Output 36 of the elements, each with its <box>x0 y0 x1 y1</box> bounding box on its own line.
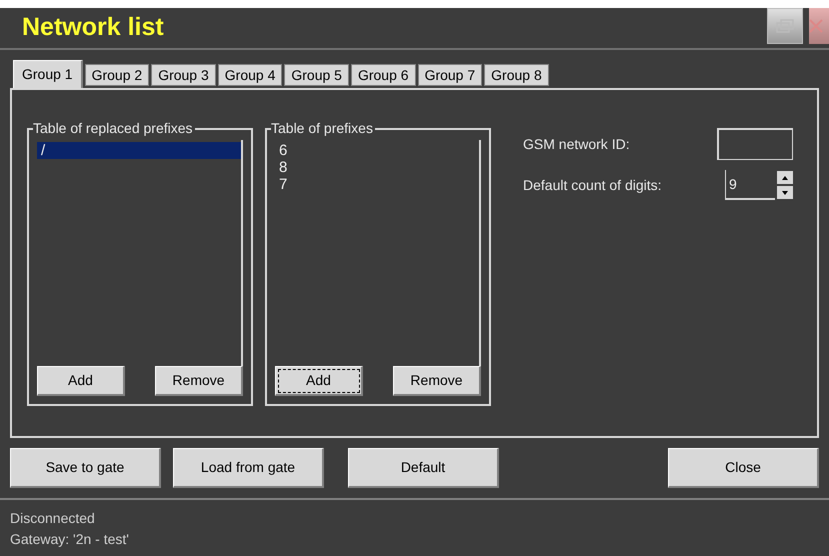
tab[interactable]: Group 3 <box>151 64 216 86</box>
action-button[interactable]: Close <box>668 448 819 488</box>
list-button[interactable]: Add <box>275 366 363 396</box>
up-arrow-icon <box>782 176 788 180</box>
list-box[interactable]: / <box>37 140 243 366</box>
field-label: Default count of digits: <box>523 176 662 195</box>
group-title: Table of replaced prefixes <box>33 120 195 136</box>
list-item[interactable]: 7 <box>275 176 479 193</box>
spin-field[interactable]: 9 <box>725 170 775 200</box>
action-button[interactable]: Save to gate <box>10 448 161 488</box>
list-item[interactable]: 6 <box>275 142 479 159</box>
tab[interactable]: Group 6 <box>350 64 416 86</box>
field-label: GSM network ID: <box>523 134 630 154</box>
status-text: Gateway: '2n - test' <box>10 530 130 549</box>
list-item[interactable]: 8 <box>275 159 479 176</box>
tab[interactable]: Group 2 <box>84 64 150 86</box>
tab[interactable]: Group 7 <box>418 64 482 86</box>
spin-down-button[interactable] <box>777 186 793 199</box>
window-title: Network list <box>22 12 164 44</box>
action-button[interactable]: Default <box>348 448 499 488</box>
close-icon <box>809 19 823 33</box>
list-button[interactable]: Remove <box>393 366 481 396</box>
list-button[interactable]: Remove <box>155 366 243 396</box>
tab[interactable]: Group 8 <box>484 64 549 86</box>
restore-icon <box>776 19 794 33</box>
tab[interactable]: Group 5 <box>284 64 349 86</box>
list-item[interactable]: / <box>37 142 241 159</box>
group-title: Table of prefixes <box>271 120 375 136</box>
status-text: Disconnected <box>10 509 96 528</box>
input-field[interactable] <box>717 128 793 160</box>
spin-up-button[interactable] <box>777 171 793 184</box>
tab[interactable]: Group 1 <box>13 60 83 88</box>
list-button[interactable]: Add <box>37 366 125 396</box>
down-arrow-icon <box>782 190 788 194</box>
action-button[interactable]: Load from gate <box>173 448 324 488</box>
tab[interactable]: Group 4 <box>218 64 282 86</box>
